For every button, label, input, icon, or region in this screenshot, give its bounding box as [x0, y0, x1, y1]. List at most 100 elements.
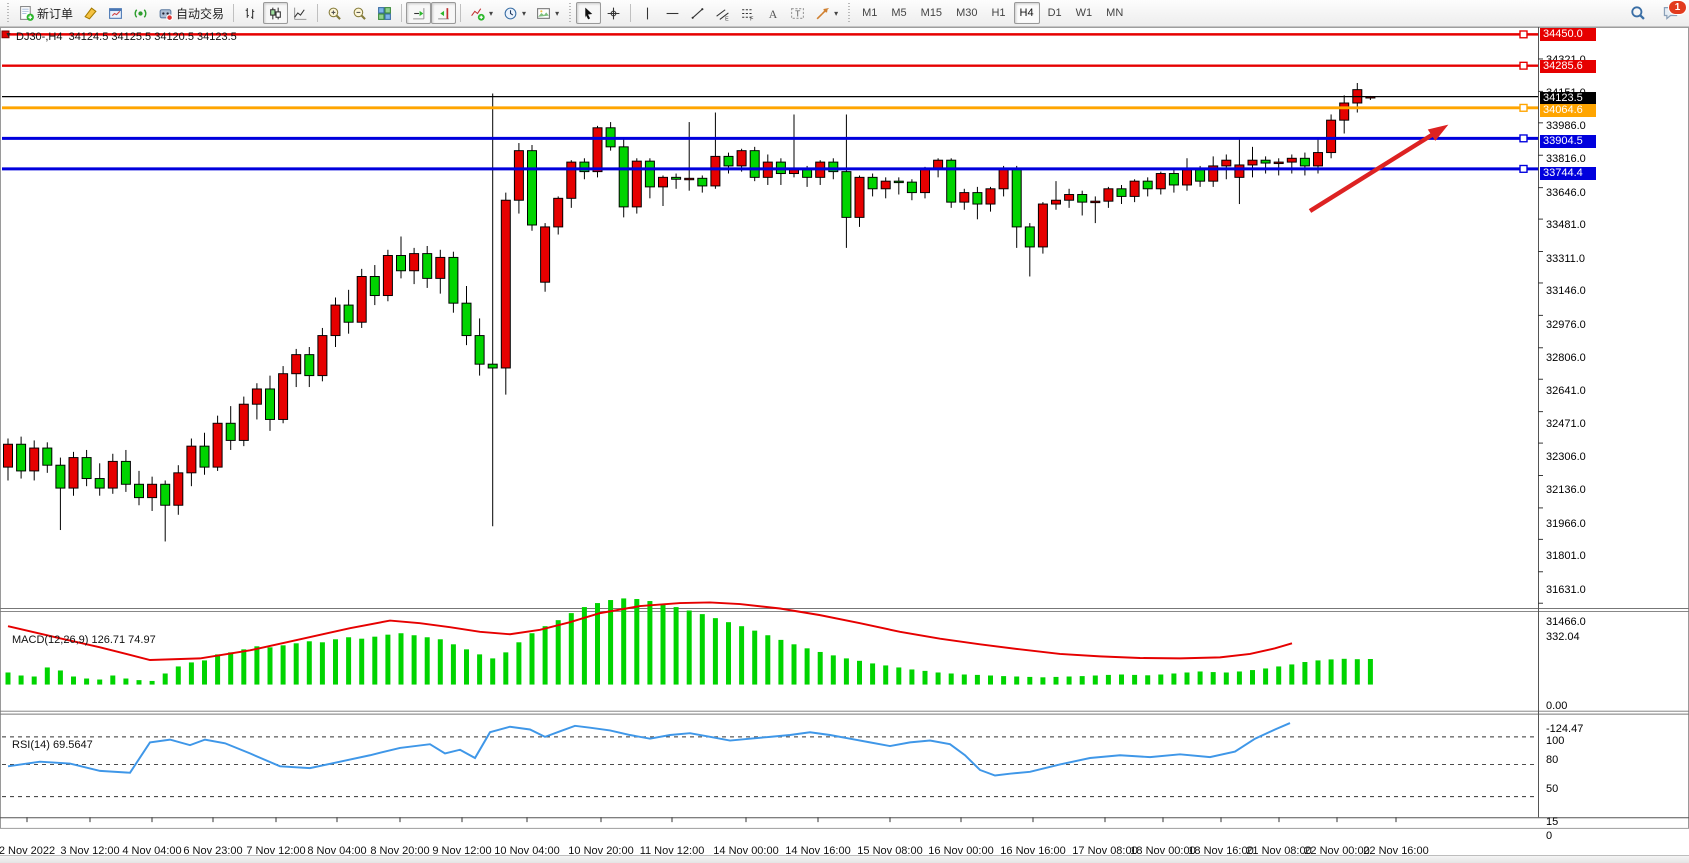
- timeframe-m15-button[interactable]: M15: [915, 2, 948, 24]
- fibonacci-button[interactable]: F: [735, 2, 760, 24]
- horizontal-line-button[interactable]: [660, 2, 685, 24]
- candle-body: [82, 458, 91, 479]
- timeframe-h1-button[interactable]: H1: [985, 2, 1011, 24]
- toolbar-separator: [233, 4, 234, 22]
- candle-body: [986, 189, 995, 204]
- macd-histogram-bar: [962, 674, 967, 684]
- new-order-button[interactable]: 新订单: [14, 2, 78, 24]
- candle-body: [868, 177, 877, 188]
- auto-trading-button[interactable]: 自动交易: [153, 2, 229, 24]
- crosshair-button[interactable]: [601, 2, 626, 24]
- line-anchor-handle: [1520, 165, 1527, 172]
- periods-dropdown-icon[interactable]: ▾: [522, 9, 526, 18]
- auto-scroll-icon: [411, 6, 426, 21]
- trendline-button[interactable]: [685, 2, 710, 24]
- vertical-line-button[interactable]: [635, 2, 660, 24]
- candle-body: [894, 181, 903, 182]
- macd-histogram-bar: [123, 679, 128, 685]
- timeframe-m30-button[interactable]: M30: [950, 2, 983, 24]
- zoom-out-button[interactable]: [347, 2, 372, 24]
- macd-histogram-bar: [412, 635, 417, 684]
- macd-histogram-bar: [372, 637, 377, 685]
- chart-window-icon: [108, 6, 123, 21]
- candle-body: [1248, 160, 1257, 165]
- signals-button[interactable]: [128, 2, 153, 24]
- periods-button[interactable]: ▾: [498, 2, 531, 24]
- timeframe-d1-button[interactable]: D1: [1042, 2, 1068, 24]
- timeframe-m5-button[interactable]: M5: [885, 2, 912, 24]
- macd-histogram-bar: [137, 680, 142, 684]
- macd-histogram-bar: [1211, 672, 1216, 684]
- macd-histogram-bar: [464, 649, 469, 684]
- macd-histogram-bar: [281, 645, 286, 684]
- arrow-objects-button[interactable]: ▾: [810, 2, 843, 24]
- toolbar-drag-handle[interactable]: [568, 3, 572, 23]
- macd-histogram-bar: [58, 670, 63, 684]
- zoom-in-button[interactable]: [322, 2, 347, 24]
- ohlc-bars-mode-button[interactable]: [238, 2, 263, 24]
- toolbar-separator: [460, 4, 461, 22]
- channel-icon: E: [715, 6, 730, 21]
- notifications-button[interactable]: 1: [1661, 4, 1681, 22]
- macd-histogram-bar: [268, 647, 273, 684]
- svg-text:A: A: [769, 7, 778, 20]
- macd-histogram-bar: [752, 631, 757, 685]
- timeframe-h4-button[interactable]: H4: [1014, 2, 1040, 24]
- templates-dropdown-icon[interactable]: ▾: [555, 9, 559, 18]
- arrow-objects-dropdown-icon[interactable]: ▾: [834, 9, 838, 18]
- candle-body: [1287, 158, 1296, 162]
- candle-body: [750, 151, 759, 178]
- timeframe-m1-button[interactable]: M1: [856, 2, 883, 24]
- candle-body: [1340, 103, 1349, 120]
- candle-body: [148, 484, 157, 497]
- candle-body: [724, 156, 733, 166]
- chart-shift-button[interactable]: [431, 2, 456, 24]
- main-chart-canvas[interactable]: [0, 27, 1689, 855]
- macd-histogram-bar: [923, 671, 928, 685]
- macd-histogram-bar: [661, 604, 666, 684]
- candle-body: [1025, 227, 1034, 247]
- cursor-button[interactable]: [576, 2, 601, 24]
- equidistant-channel-button[interactable]: E: [710, 2, 735, 24]
- market-watch-button[interactable]: [78, 2, 103, 24]
- toolbar-drag-handle[interactable]: [6, 3, 10, 23]
- candle-body: [947, 160, 956, 202]
- candle-body: [318, 336, 327, 376]
- arrow-objects-icon: [815, 6, 830, 21]
- vline-icon: [640, 6, 655, 21]
- macd-histogram-bar: [1106, 675, 1111, 685]
- new-chart-window-button[interactable]: [103, 2, 128, 24]
- candles-icon: [268, 6, 283, 21]
- auto-trading-label: 自动交易: [176, 5, 224, 22]
- macd-histogram-bar: [909, 669, 914, 684]
- candle-body: [383, 256, 392, 296]
- signal-icon: [133, 6, 148, 21]
- status-bar: [0, 855, 1689, 863]
- macd-histogram-bar: [805, 648, 810, 684]
- tile-windows-button[interactable]: [372, 2, 397, 24]
- toolbar-drag-handle[interactable]: [847, 3, 851, 23]
- text-button[interactable]: A: [760, 2, 785, 24]
- macd-histogram-bar: [399, 633, 404, 684]
- macd-histogram-bar: [202, 660, 207, 684]
- timeframe-mn-button[interactable]: MN: [1100, 2, 1129, 24]
- candle-body: [645, 161, 654, 187]
- robot-icon: [158, 6, 173, 21]
- macd-histogram-bar: [700, 614, 705, 684]
- timeframe-w1-button[interactable]: W1: [1070, 2, 1099, 24]
- auto-scroll-button[interactable]: [406, 2, 431, 24]
- text-label-button[interactable]: T: [785, 2, 810, 24]
- macd-histogram-bar: [949, 673, 954, 684]
- candle-body: [1261, 160, 1270, 163]
- macd-histogram-bar: [1001, 676, 1006, 684]
- line-chart-mode-button[interactable]: [288, 2, 313, 24]
- indicators-dropdown-icon[interactable]: ▾: [489, 9, 493, 18]
- candlestick-mode-button[interactable]: [263, 2, 288, 24]
- macd-histogram-bar: [1067, 677, 1072, 685]
- macd-histogram-bar: [1355, 659, 1360, 684]
- indicators-button[interactable]: ▾: [465, 2, 498, 24]
- search-button[interactable]: [1625, 2, 1651, 24]
- templates-button[interactable]: ▾: [531, 2, 564, 24]
- candle-body: [17, 444, 26, 471]
- line-anchor-handle: [2, 31, 9, 38]
